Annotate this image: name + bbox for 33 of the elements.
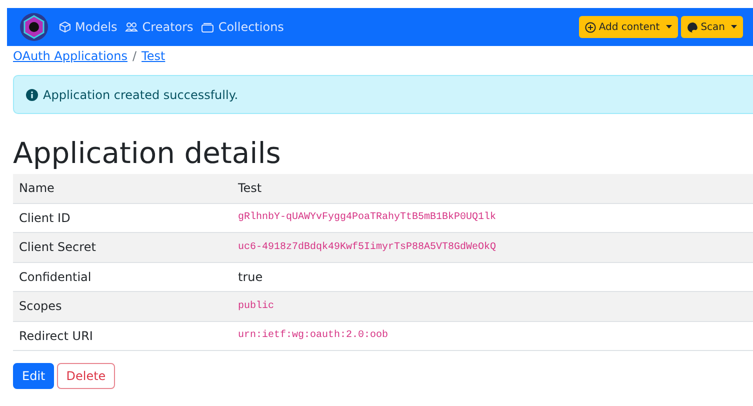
breadcrumb-link[interactable]: Test	[142, 47, 166, 65]
code-value: gRlhnbY-qUAWYvFygg4PoaTRahyTtB5mB1BkP0UQ1lk	[238, 210, 496, 226]
edit-button[interactable]: Edit	[13, 363, 54, 389]
code-value: public	[238, 300, 274, 314]
collection-icon	[201, 21, 214, 33]
code-value: urn:ietf:wg:oauth:2.0:oob	[238, 328, 388, 344]
nav-link[interactable]: Models	[59, 18, 118, 36]
row-label: Scopes	[18, 298, 63, 316]
logo-icon[interactable]	[19, 12, 49, 42]
row-value: Test	[238, 180, 262, 198]
row-label: Redirect URI	[18, 328, 94, 345]
breadcrumb-link[interactable]: OAuth Applications	[13, 47, 128, 65]
breadcrumb-separator: /	[132, 48, 137, 65]
row-label: Client ID	[18, 210, 72, 227]
delete-button[interactable]: Delete	[57, 363, 115, 389]
row-value: true	[238, 268, 263, 286]
row-label: Name	[18, 180, 56, 198]
code-value: uc6-4918z7dBdqk49Kwf5IimyrTsP88A5VT8GdWeOkQ	[238, 240, 496, 255]
palette-icon	[686, 22, 698, 32]
nav-link[interactable]: Creators	[125, 18, 194, 36]
dropdown-button[interactable]: Scan	[680, 16, 743, 38]
row-label: Client Secret	[18, 239, 97, 256]
info-icon	[26, 88, 38, 100]
caret-icon	[731, 25, 737, 29]
row-label: Confidential	[18, 268, 92, 286]
caret-icon	[666, 25, 672, 29]
people-icon	[125, 21, 138, 33]
dropdown-button[interactable]: Add content	[578, 16, 678, 38]
page-heading: Application details	[13, 136, 282, 170]
cube-icon	[59, 21, 71, 33]
alert-message: Application created successfully.	[43, 86, 238, 104]
nav-link[interactable]: Collections	[201, 18, 284, 36]
plus-circle-icon	[584, 22, 596, 32]
